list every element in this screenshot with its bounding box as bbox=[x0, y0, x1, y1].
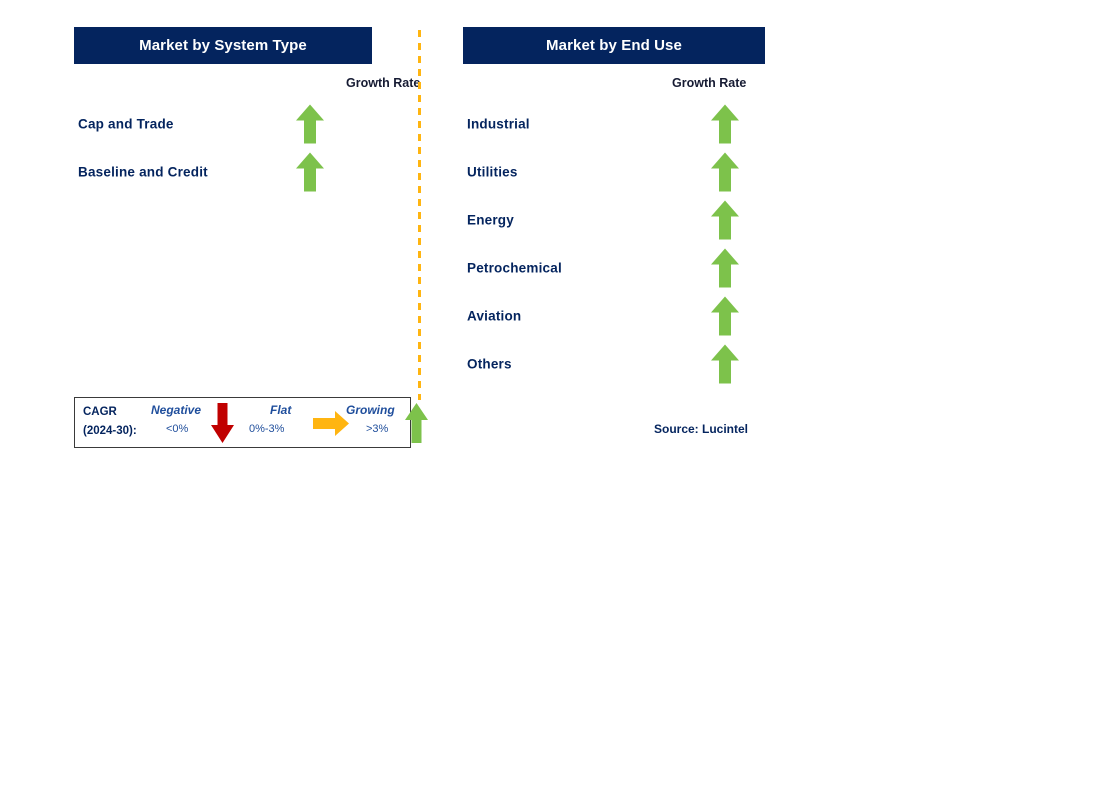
segment-label: Others bbox=[467, 356, 512, 372]
legend-term-negative: Negative bbox=[151, 403, 202, 417]
legend-item-negative: Negative <0% bbox=[145, 398, 245, 447]
segment-row: Industrial bbox=[463, 100, 765, 148]
legend-range-flat: 0%-3% bbox=[249, 423, 285, 435]
segment-row: Energy bbox=[463, 196, 765, 244]
up-arrow-icon bbox=[296, 104, 324, 144]
legend-cagr-line1: CAGR bbox=[83, 406, 117, 418]
legend-range-growing: >3% bbox=[366, 423, 389, 435]
up-arrow-icon bbox=[711, 152, 739, 192]
legend-range-negative: <0% bbox=[166, 423, 189, 435]
growth-rate-column-header-end-use: Growth Rate bbox=[672, 76, 747, 90]
down-arrow-icon bbox=[211, 403, 234, 443]
growth-rate-column-header-system-type: Growth Rate bbox=[346, 76, 421, 90]
segment-row: Utilities bbox=[463, 148, 765, 196]
up-arrow-icon bbox=[711, 248, 739, 288]
source-note: Source: Lucintel bbox=[654, 422, 749, 436]
segment-row: Baseline and Credit bbox=[74, 148, 372, 196]
up-arrow-icon bbox=[711, 200, 739, 240]
segment-row: Cap and Trade bbox=[74, 100, 372, 148]
legend-cagr-label: CAGR (2024-30): bbox=[83, 403, 137, 441]
segment-label: Industrial bbox=[467, 116, 530, 132]
segment-row: Others bbox=[463, 340, 765, 388]
cagr-legend: CAGR (2024-30): Negative <0% Flat 0%-3% … bbox=[74, 397, 428, 448]
segment-label: Baseline and Credit bbox=[78, 164, 208, 180]
legend-term-growing: Growing bbox=[346, 403, 395, 417]
segment-label: Aviation bbox=[467, 308, 522, 324]
segment-row: Aviation bbox=[463, 292, 765, 340]
up-arrow-icon bbox=[711, 296, 739, 336]
up-arrow-icon bbox=[711, 104, 739, 144]
up-arrow-icon bbox=[296, 152, 324, 192]
segment-label: Cap and Trade bbox=[78, 116, 174, 132]
legend-cagr-line2: (2024-30): bbox=[83, 425, 137, 437]
panel-header-system-type: Market by System Type bbox=[74, 27, 372, 64]
up-arrow-icon bbox=[711, 344, 739, 384]
segment-label: Utilities bbox=[467, 164, 518, 180]
legend-item-growing: Growing >3% bbox=[313, 398, 428, 447]
segment-label: Energy bbox=[467, 212, 514, 228]
segment-row: Petrochemical bbox=[463, 244, 765, 292]
up-arrow-icon bbox=[405, 403, 428, 443]
legend-term-flat: Flat bbox=[270, 403, 292, 417]
segment-label: Petrochemical bbox=[467, 260, 562, 276]
panel-header-end-use: Market by End Use bbox=[463, 27, 765, 64]
vertical-dashed-divider bbox=[418, 30, 421, 400]
